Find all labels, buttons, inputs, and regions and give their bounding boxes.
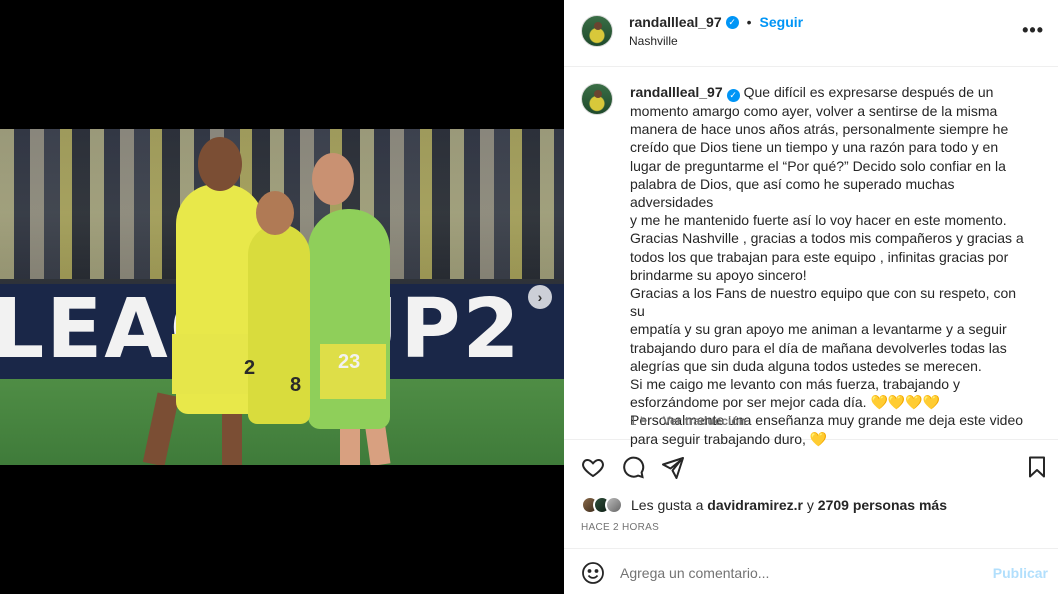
player-right-head xyxy=(312,153,354,205)
avatar xyxy=(605,496,623,514)
likes-prefix: Les gusta a xyxy=(631,497,704,513)
comment-input[interactable] xyxy=(620,561,980,585)
jersey-number-center: 8 xyxy=(290,374,302,396)
likes-count-link[interactable]: 2709 personas más xyxy=(818,497,947,513)
caption-line: palabra de Dios, que así como he superad… xyxy=(630,175,959,211)
bookmark-icon[interactable] xyxy=(1025,455,1051,481)
jersey-number-right: 23 xyxy=(338,351,361,373)
post-header: randallleal_97 ✓ • Seguir Nashville ••• xyxy=(564,0,1058,67)
caption-line: momento amargo como ayer, volver a senti… xyxy=(630,103,998,119)
action-bar xyxy=(564,451,1058,485)
caption-line: Si me caigo me levanto con más fuerza, t… xyxy=(630,376,960,393)
post-side-panel: randallleal_97 ✓ • Seguir Nashville ••• … xyxy=(564,0,1058,594)
caption-line: empatía y su gran apoyo me animan a leva… xyxy=(630,321,1007,338)
caption-line: todos los que trabajan para este equipo … xyxy=(630,248,1009,265)
header-user-row: randallleal_97 ✓ • Seguir xyxy=(629,14,803,30)
share-icon[interactable] xyxy=(661,455,687,481)
caption-meta: 1 h Ver traducción xyxy=(630,414,746,428)
player-center-head xyxy=(256,191,294,235)
caption-line: Gracias a los Fans de nuestro equipo que… xyxy=(630,285,1020,320)
liker-avatars[interactable] xyxy=(581,496,623,514)
caption-line: lugar de preguntarme el “Por qué?” Decid… xyxy=(630,157,1006,174)
heart-icon[interactable] xyxy=(581,455,607,481)
caption-line: creído que Dios tiene un tiempo y una ra… xyxy=(630,139,999,156)
likes-connector: y xyxy=(806,497,814,513)
publish-button[interactable]: Publicar xyxy=(993,565,1048,581)
separator-dot: • xyxy=(746,14,752,30)
post-timestamp: HACE 2 HORAS xyxy=(581,522,660,533)
caption-area: randallleal_97 ✓ Que difícil es expresarse… xyxy=(564,68,1058,447)
post-photo[interactable]: LEAG CUP2 2 8 23 xyxy=(0,129,564,465)
next-media-button[interactable]: › xyxy=(528,285,552,309)
caption-avatar[interactable] xyxy=(581,83,613,115)
avatar[interactable] xyxy=(581,15,613,47)
location-link[interactable]: Nashville xyxy=(629,34,678,48)
caption-line: y me he mantenido fuerte así lo voy hace… xyxy=(630,212,1007,229)
caption-text: randallleal_97 ✓ Que difícil es expresarse… xyxy=(630,83,1030,448)
post-media-pane: LEAG CUP2 2 8 23 › xyxy=(0,0,564,594)
follow-button[interactable]: Seguir xyxy=(760,14,804,30)
caption-line: Que difícil es expresarse después de un xyxy=(743,84,994,100)
caption-line: alegrías que sin duda alguna todos usted… xyxy=(630,357,982,374)
header-username[interactable]: randallleal_97 xyxy=(629,14,722,30)
caption-line: para seguir trabajando duro, 💛 xyxy=(630,430,828,447)
player-left-head xyxy=(198,137,242,191)
caption-line: esforzándome por ser mejor cada día. 💛💛💛… xyxy=(630,394,941,411)
verified-badge-icon: ✓ xyxy=(725,15,739,29)
liker-username[interactable]: davidramirez.r xyxy=(707,497,803,513)
more-options-icon[interactable]: ••• xyxy=(1022,20,1044,41)
post-age: 1 h xyxy=(630,414,647,428)
caption-line: manera de hace unos años atrás, personal… xyxy=(630,121,1009,138)
likes-summary: Les gusta a davidramirez.r y 2709 person… xyxy=(581,496,947,514)
comment-icon[interactable] xyxy=(621,455,647,481)
emoji-icon[interactable] xyxy=(581,561,605,585)
caption-line: trabajando duro para el día de mañana de… xyxy=(630,339,1007,356)
jersey-number-left: 2 xyxy=(244,357,256,379)
comment-bar: Publicar xyxy=(564,548,1058,594)
caption-line: Gracias Nashville , gracias a todos mis … xyxy=(630,230,1024,247)
verified-badge-icon: ✓ xyxy=(726,89,740,102)
player-left-shorts xyxy=(172,334,254,394)
caption-line: brindarme su apoyo sincero! xyxy=(630,266,807,283)
translate-link[interactable]: Ver traducción xyxy=(663,414,746,428)
caption-username[interactable]: randallleal_97 xyxy=(630,84,723,100)
